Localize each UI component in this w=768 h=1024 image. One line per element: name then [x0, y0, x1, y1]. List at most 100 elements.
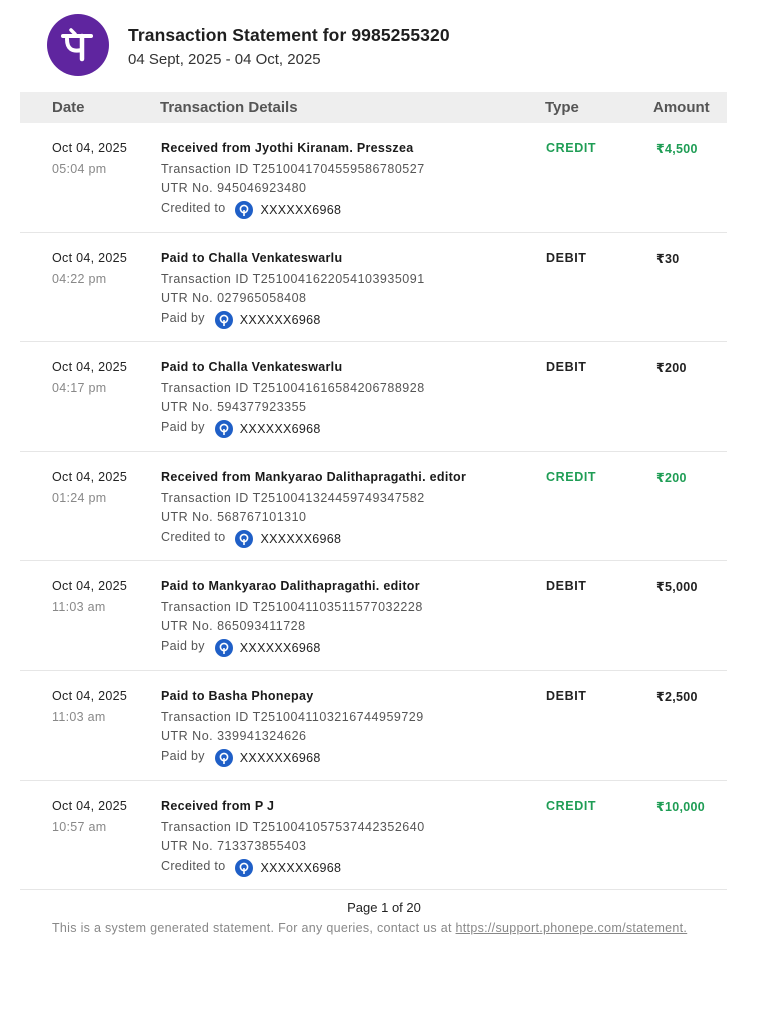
transaction-title: Received from Mankyarao Dalithapragathi.…: [161, 469, 467, 484]
utr-number: UTR No. 568767101310: [161, 509, 307, 524]
account-label: Paid by: [161, 310, 205, 325]
transaction-date: Oct 04, 2025: [52, 141, 128, 155]
account-line: Paid by XXXXXX6968: [161, 309, 425, 329]
transaction-details: Received from Jyothi Kiranam. Presszea Tr…: [161, 141, 425, 219]
transaction-details: Received from P J Transaction ID T2510041…: [161, 798, 425, 877]
transaction-time: 11:03 am: [52, 709, 106, 724]
transaction-date: Oct 04, 2025: [52, 250, 128, 265]
transaction-title: Paid to Mankyarao Dalithapragathi. edito…: [161, 579, 420, 594]
transaction-id: Transaction ID T2510041324459749347582: [161, 490, 425, 505]
account-line: Paid by XXXXXX6968: [161, 637, 423, 658]
transaction-details: Received from Mankyarao Dalithapragathi.…: [161, 469, 467, 548]
transaction-time: 10:57 am: [52, 819, 107, 834]
account-label: Credited to: [161, 529, 226, 544]
bank-icon: [214, 310, 233, 329]
account-line: Credited to XXXXXX6968: [161, 857, 425, 877]
transaction-time: 11:03 am: [52, 600, 106, 615]
transaction-amount: ₹10,000: [656, 799, 706, 814]
phonepe-logo-mark: [61, 28, 93, 62]
support-link[interactable]: https://support.phonepe.com/statement.: [456, 921, 688, 935]
statement-period: 04 Sept, 2025 - 04 Oct, 2025: [128, 50, 321, 68]
table-row: Oct 04, 2025 04:17 pm Paid to Challa Venka…: [20, 342, 727, 452]
transaction-amount: ₹2,500: [656, 689, 698, 704]
table-header: Date Transaction Details Type Amount: [20, 92, 727, 123]
transaction-time: 05:04 pm: [52, 162, 107, 176]
table-row: Oct 04, 2025 10:57 am Received from P J Tra…: [20, 781, 727, 891]
footer-note: This is a system generated statement. Fo…: [52, 921, 687, 935]
table-row: Oct 04, 2025 11:03 am Paid to Basha Phonep…: [20, 671, 727, 781]
transaction-title: Received from Jyothi Kiranam. Presszea: [161, 141, 414, 155]
transaction-id: Transaction ID T2510041616584206788928: [161, 381, 425, 396]
transaction-details: Paid to Basha Phonepay Transaction ID T25…: [161, 688, 424, 767]
transaction-date: Oct 04, 2025: [52, 579, 128, 594]
transaction-amount: ₹30: [656, 251, 680, 266]
table-row: Oct 04, 2025 11:03 am Paid to Mankyarao Da…: [20, 561, 727, 671]
utr-number: UTR No. 027965058408: [161, 290, 307, 305]
bank-icon: [235, 529, 254, 548]
transaction-amount: ₹200: [656, 361, 687, 376]
table-row: Oct 04, 2025 01:24 pm Received from Mankya…: [20, 452, 727, 562]
transaction-date: Oct 04, 2025: [52, 469, 128, 484]
transaction-type: DEBIT: [546, 360, 587, 375]
transaction-id: Transaction ID T2510041622054103935091: [161, 271, 425, 286]
transaction-title: Received from P J: [161, 798, 275, 813]
bank-icon: [214, 420, 233, 439]
transactions-table: Date Transaction Details Type Amount Oct…: [20, 92, 727, 891]
utr-number: UTR No. 945046923480: [161, 181, 307, 195]
account-line: Credited to XXXXXX6968: [161, 528, 466, 548]
transaction-type: CREDIT: [546, 798, 597, 813]
bank-icon: [235, 858, 254, 877]
account-line: Paid by XXXXXX6968: [161, 747, 424, 767]
transaction-details: Paid to Challa Venkateswarlu Transaction …: [161, 250, 425, 329]
account-label: Paid by: [161, 420, 205, 435]
account-label: Paid by: [161, 639, 205, 654]
footer-note-text: This is a system generated statement. Fo…: [52, 921, 452, 935]
bank-icon: [214, 639, 233, 658]
transaction-type: DEBIT: [546, 579, 587, 594]
column-header-type: Type: [545, 99, 579, 116]
table-row: Oct 04, 2025 05:04 pm Received from Jyothi…: [20, 123, 727, 233]
phonepe-logo: [47, 14, 109, 76]
statement-header: Transaction Statement for 9985255320 04 …: [47, 14, 450, 76]
transaction-amount: ₹5,000: [656, 580, 698, 595]
transaction-title: Paid to Challa Venkateswarlu: [161, 250, 343, 265]
transaction-time: 04:17 pm: [52, 381, 107, 396]
statement-title: Transaction Statement for 9985255320: [128, 24, 450, 45]
account-line: Paid by XXXXXX6968: [161, 418, 425, 439]
transaction-id: Transaction ID T2510041704559586780527: [161, 162, 425, 176]
utr-number: UTR No. 339941324626: [161, 728, 307, 743]
transaction-amount: ₹4,500: [656, 142, 698, 156]
utr-number: UTR No. 713373855403: [161, 838, 307, 853]
table-row: Oct 04, 2025 04:22 pm Paid to Challa Venka…: [20, 233, 727, 343]
column-header-details: Transaction Details: [160, 99, 298, 116]
account-number: XXXXXX6968: [239, 641, 321, 656]
transaction-date: Oct 04, 2025: [52, 688, 128, 703]
transaction-type: DEBIT: [546, 250, 587, 265]
transaction-type: CREDIT: [546, 469, 597, 484]
transaction-details: Paid to Challa Venkateswarlu Transaction …: [161, 360, 425, 439]
transaction-title: Paid to Basha Phonepay: [161, 688, 314, 703]
account-number: XXXXXX6968: [260, 531, 342, 546]
transaction-amount: ₹200: [656, 470, 687, 485]
account-label: Paid by: [161, 748, 205, 763]
account-label: Credited to: [161, 858, 226, 873]
transaction-type: CREDIT: [546, 141, 597, 155]
transaction-details: Paid to Mankyarao Dalithapragathi. edito…: [161, 579, 423, 658]
transaction-id: Transaction ID T2510041103511577032228: [161, 600, 423, 615]
account-line: Credited to XXXXXX6968: [161, 199, 425, 219]
transaction-type: DEBIT: [546, 688, 587, 703]
account-label: Credited to: [161, 201, 226, 215]
account-number: XXXXXX6968: [239, 422, 321, 437]
transaction-date: Oct 04, 2025: [52, 798, 128, 813]
column-header-date: Date: [52, 99, 85, 116]
utr-number: UTR No. 594377923355: [161, 400, 307, 415]
account-number: XXXXXX6968: [260, 203, 342, 217]
bank-icon: [214, 748, 233, 767]
utr-number: UTR No. 865093411728: [161, 619, 306, 634]
transaction-date: Oct 04, 2025: [52, 360, 128, 375]
account-number: XXXXXX6968: [239, 312, 321, 327]
transaction-time: 04:22 pm: [52, 271, 107, 286]
transaction-id: Transaction ID T2510041057537442352640: [161, 819, 425, 834]
transaction-title: Paid to Challa Venkateswarlu: [161, 360, 343, 375]
transaction-time: 01:24 pm: [52, 490, 107, 505]
